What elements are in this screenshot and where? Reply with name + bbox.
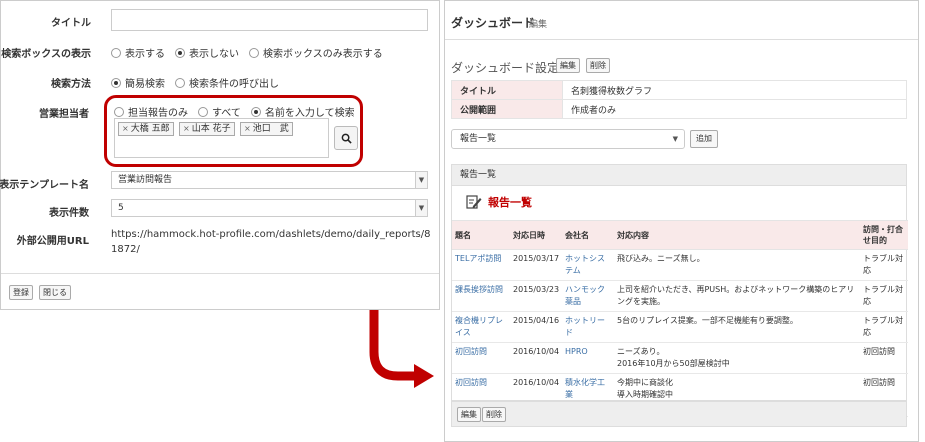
report-purpose: トラブル対応 [860, 311, 908, 343]
arrow-icon [369, 310, 434, 388]
report-content: 5台のリプレイス提案。一部不足機能有り要調整。 [614, 311, 860, 343]
company-link[interactable]: HPRO [562, 342, 614, 374]
sales-rep-label: 営業担当者 [39, 109, 89, 120]
chevron-down-icon: ▼ [415, 172, 427, 188]
report-subject-link[interactable]: TELアポ訪問 [452, 249, 510, 281]
info-row: 公開範囲 作成者のみ [451, 99, 907, 119]
report-purpose: 初回訪問 [860, 342, 908, 374]
report-dashlet-form: タイトル 検索ボックスの表示 表示する 表示しない 検索ボックスのみ表示する 検… [0, 0, 440, 310]
report-table: 題名 対応日時 会社名 対応内容 訪問・打合せ目的 TELアポ訪問 2015/0… [452, 220, 908, 417]
title-row: タイトル [1, 1, 441, 37]
footer-divider [1, 273, 439, 274]
edit-link[interactable]: 編集 [529, 17, 547, 30]
report-subject-link[interactable]: 初回訪問 [452, 342, 510, 374]
external-url-label: 外部公開用URL [16, 236, 89, 247]
highlight-annotation [104, 95, 363, 167]
title-label: タイトル [51, 18, 91, 29]
table-row: TELアポ訪問 2015/03/17 ホットシステム 飛び込み。ニーズ無し。 ト… [452, 249, 908, 281]
report-content: ニーズあり。 2016年10月から50部屋検討中 [614, 342, 860, 374]
widget-header: 報告一覧 [451, 164, 907, 186]
search-method-label: 検索方法 [51, 79, 91, 90]
table-row: 複合機リプレイス 2015/04/16 ホットリード 5台のリプレイス提案。一部… [452, 311, 908, 343]
report-subject-link[interactable]: 複合機リプレイス [452, 311, 510, 343]
company-link[interactable]: ホットリード [562, 311, 614, 343]
company-link[interactable]: ホットシステム [562, 249, 614, 281]
settings-title: ダッシュボード設定 [451, 61, 560, 75]
column-header[interactable]: 対応日時 [510, 220, 562, 250]
info-value: 作成者のみ [562, 99, 907, 119]
settings-delete-button[interactable]: 削除 [586, 58, 610, 73]
searchbox-radios: 表示する 表示しない 検索ボックスのみ表示する [111, 45, 393, 60]
info-key: タイトル [451, 80, 563, 100]
dashboard-panel: ダッシュボード 編集 ダッシュボード設定 編集 削除 タイトル 名刺獲得枚数グラ… [444, 0, 919, 442]
dashboard-info-table: タイトル 名刺獲得枚数グラフ 公開範囲 作成者のみ [451, 80, 907, 119]
searchbox-hide-radio[interactable]: 表示しない [175, 45, 239, 60]
template-label: 表示テンプレート名 [0, 180, 89, 191]
info-key: 公開範囲 [451, 99, 563, 119]
searchbox-label: 検索ボックスの表示 [1, 49, 91, 60]
widget-delete-button[interactable]: 削除 [482, 407, 506, 422]
register-button[interactable]: 登録 [9, 285, 33, 300]
searchbox-show-radio[interactable]: 表示する [111, 45, 165, 60]
template-select[interactable]: 営業訪問報告 ▼ [111, 171, 428, 189]
count-label: 表示件数 [49, 208, 89, 219]
settings-edit-button[interactable]: 編集 [556, 58, 580, 73]
title-divider [445, 39, 918, 40]
count-select-value: 5 [118, 203, 124, 213]
close-button[interactable]: 閉じる [39, 285, 71, 300]
widget-title: 報告一覧 [466, 194, 532, 210]
chevron-down-icon: ▼ [672, 135, 678, 143]
simple-search-radio[interactable]: 簡易検索 [111, 75, 165, 90]
count-select[interactable]: 5 ▼ [111, 199, 428, 217]
report-content: 飛び込み。ニーズ無し。 [614, 249, 860, 281]
column-header[interactable]: 訪問・打合せ目的 [860, 220, 908, 250]
title-input[interactable] [111, 9, 428, 31]
widget-select[interactable]: 報告一覧 ▼ [451, 129, 685, 149]
report-date: 2015/04/16 [510, 311, 562, 343]
company-link[interactable]: ハンモック薬品 [562, 280, 614, 312]
column-header[interactable]: 題名 [452, 220, 510, 250]
searchbox-row: 検索ボックスの表示 表示する 表示しない 検索ボックスのみ表示する [1, 37, 441, 65]
report-date: 2016/10/04 [510, 342, 562, 374]
report-purpose: トラブル対応 [860, 280, 908, 312]
chevron-down-icon: ▼ [415, 200, 427, 216]
report-date: 2015/03/17 [510, 249, 562, 281]
report-subject-link[interactable]: 課長挨拶訪問 [452, 280, 510, 312]
add-widget-button[interactable]: 追加 [690, 130, 718, 148]
table-header-row: 題名 対応日時 会社名 対応内容 訪問・打合せ目的 [452, 220, 908, 250]
search-method-row: 検索方法 簡易検索 検索条件の呼び出し [1, 65, 441, 95]
external-url-value[interactable]: https://hammock.hot-profile.com/dashlets… [111, 227, 431, 257]
search-method-radios: 簡易検索 検索条件の呼び出し [111, 75, 289, 90]
widget-edit-button[interactable]: 編集 [457, 407, 481, 422]
widget-title-text: 報告一覧 [488, 196, 532, 209]
template-select-value: 営業訪問報告 [118, 175, 173, 185]
table-row: 課長挨拶訪問 2015/03/23 ハンモック薬品 上司を紹介いただき、再PUS… [452, 280, 908, 312]
widget-footer: 編集 削除 [451, 401, 907, 427]
page-title: ダッシュボード [451, 16, 536, 30]
column-header[interactable]: 対応内容 [614, 220, 860, 250]
table-row: 初回訪問 2016/10/04 HPRO ニーズあり。 2016年10月から50… [452, 342, 908, 374]
report-purpose: トラブル対応 [860, 249, 908, 281]
report-edit-icon [466, 195, 482, 209]
info-row: タイトル 名刺獲得枚数グラフ [451, 80, 907, 100]
report-content: 上司を紹介いただき、再PUSH。およびネットワーク構築のヒアリングを実施。 [614, 280, 860, 312]
widget-select-value: 報告一覧 [460, 134, 497, 144]
info-value: 名刺獲得枚数グラフ [562, 80, 907, 100]
report-list-widget: 報告一覧 題名 対応日時 会社名 対応内容 訪問・打合せ目的 TELアポ訪問 2… [451, 186, 908, 417]
saved-search-radio[interactable]: 検索条件の呼び出し [175, 75, 279, 90]
report-date: 2015/03/23 [510, 280, 562, 312]
column-header[interactable]: 会社名 [562, 220, 614, 250]
searchbox-only-radio[interactable]: 検索ボックスのみ表示する [249, 45, 383, 60]
